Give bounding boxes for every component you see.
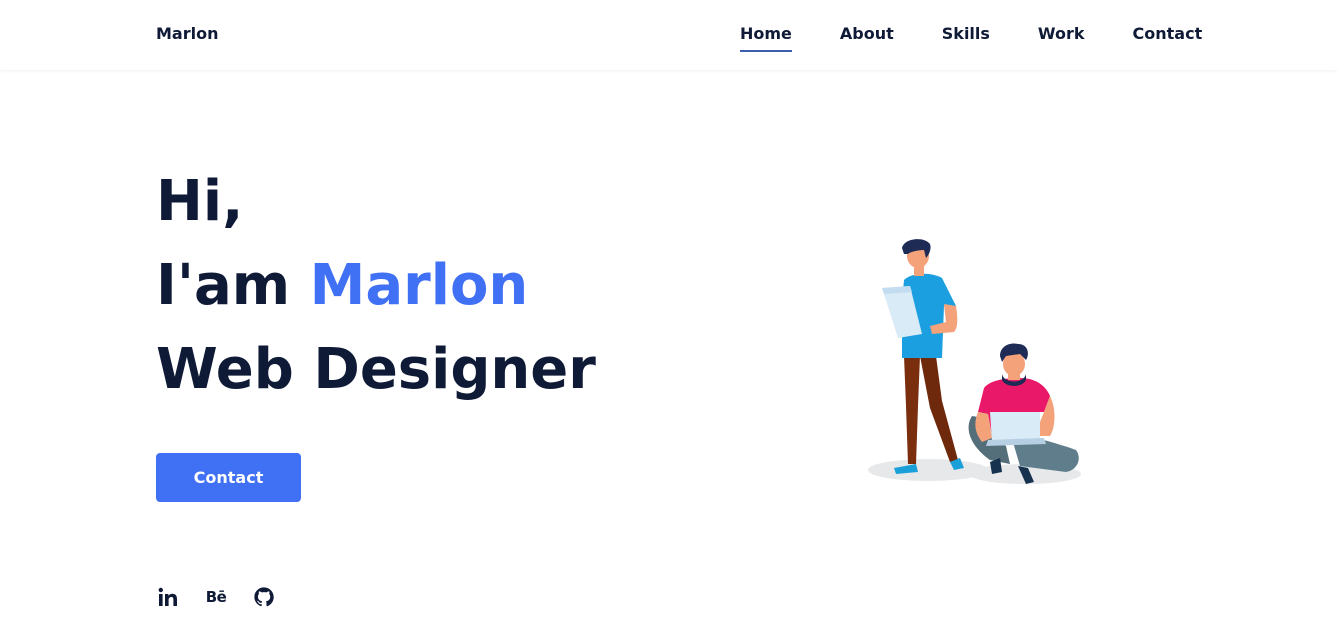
sitting-person — [968, 343, 1079, 484]
github-icon — [254, 587, 274, 607]
behance-link[interactable]: Bē — [204, 585, 228, 609]
hero-intro: I'am Marlon — [156, 244, 596, 328]
standing-person — [882, 239, 964, 474]
nav-contact[interactable]: Contact — [1133, 24, 1203, 51]
hero-title: Web Designer — [156, 337, 596, 402]
hero-illustration — [868, 239, 1081, 484]
nav-work[interactable]: Work — [1038, 24, 1085, 51]
hero-intro-prefix: I'am — [156, 253, 310, 318]
site-header: Marlon Home About Skills Work Contact — [0, 0, 1338, 70]
floor-shadow-left — [868, 459, 988, 481]
main-nav: Home About Skills Work Contact — [740, 24, 1203, 52]
site-logo[interactable]: Marlon — [156, 24, 218, 43]
hero-section: Hi, I'am Marlon Web Designer — [156, 160, 596, 412]
hero-name: Marlon — [309, 253, 529, 318]
contact-button[interactable]: Contact — [156, 453, 301, 502]
linkedin-link[interactable] — [156, 585, 180, 609]
nav-home[interactable]: Home — [740, 24, 792, 52]
nav-skills[interactable]: Skills — [942, 24, 990, 51]
github-link[interactable] — [252, 585, 276, 609]
nav-about[interactable]: About — [840, 24, 894, 51]
social-links: Bē — [156, 585, 276, 609]
linkedin-icon — [158, 587, 177, 606]
hero-greeting: Hi, — [156, 169, 244, 234]
